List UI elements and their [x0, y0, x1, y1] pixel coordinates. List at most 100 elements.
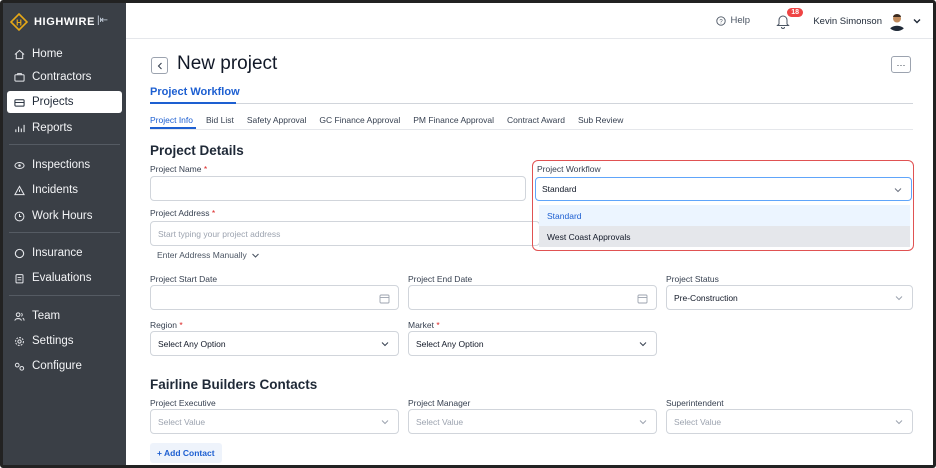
help-icon: ?	[716, 15, 727, 26]
main-content: New project ··· Project Workflow Project…	[126, 39, 933, 465]
sidebar-item-label: Incidents	[32, 184, 79, 196]
subtab-pm-finance-approval[interactable]: PM Finance Approval	[413, 115, 494, 125]
superintendent-select[interactable]: Select Value	[666, 409, 913, 434]
subtab-bar: Project Info Bid List Safety Approval GC…	[150, 115, 636, 125]
market-value: Select Any Option	[416, 338, 484, 349]
configure-icon	[13, 360, 25, 372]
brand: H HIGHWIRE	[10, 11, 95, 33]
start-date-input[interactable]	[150, 285, 399, 310]
ellipsis-icon: ···	[896, 59, 906, 70]
chevron-left-icon	[157, 62, 162, 69]
project-name-label: Project Name *	[150, 164, 208, 174]
sidebar-item-label: Settings	[32, 335, 74, 347]
workflow-option-standard[interactable]: Standard	[539, 205, 910, 226]
chevron-down-icon	[639, 420, 647, 425]
status-label: Project Status	[666, 274, 719, 284]
sidebar-item-contractors[interactable]: Contractors	[7, 66, 122, 88]
sidebar-divider	[9, 144, 120, 145]
sidebar-item-label: Reports	[32, 122, 73, 134]
sidebar-item-label: Insurance	[32, 247, 83, 259]
project-manager-label: Project Manager	[408, 398, 471, 408]
chevron-down-icon	[894, 188, 902, 193]
sidebar-item-settings[interactable]: Settings	[7, 330, 122, 352]
chevron-down-icon	[381, 420, 389, 425]
sidebar-item-inspections[interactable]: Inspections	[7, 154, 122, 176]
chevron-down-icon	[639, 342, 647, 347]
sidebar: H HIGHWIRE |⇤ Home Contractors Projects …	[3, 3, 126, 465]
superintendent-label: Superintendent	[666, 398, 724, 408]
more-options-button[interactable]: ···	[891, 56, 911, 73]
help-label: Help	[730, 15, 750, 26]
calendar-icon[interactable]	[637, 293, 648, 304]
projects-icon	[13, 96, 25, 108]
sidebar-item-team[interactable]: Team	[7, 305, 122, 327]
chevron-down-icon	[381, 342, 389, 347]
sidebar-item-insurance[interactable]: Insurance	[7, 242, 122, 264]
market-select[interactable]: Select Any Option	[408, 331, 657, 356]
sidebar-item-label: Projects	[32, 96, 74, 108]
sidebar-item-evaluations[interactable]: Evaluations	[7, 267, 122, 289]
enter-address-manually-link[interactable]: Enter Address Manually	[157, 250, 260, 260]
sidebar-item-reports[interactable]: Reports	[7, 117, 122, 139]
project-workflow-label: Project Workflow	[537, 164, 601, 174]
subtab-bid-list[interactable]: Bid List	[206, 115, 234, 125]
svg-text:H: H	[16, 18, 22, 27]
reports-icon	[13, 122, 25, 134]
subtab-divider	[150, 129, 913, 130]
project-address-input[interactable]: Start typing your project address	[150, 221, 540, 246]
end-date-label: Project End Date	[408, 274, 473, 284]
sidebar-item-configure[interactable]: Configure	[7, 355, 122, 377]
region-select[interactable]: Select Any Option	[150, 331, 399, 356]
subtab-contract-award[interactable]: Contract Award	[507, 115, 565, 125]
section-title-project-details: Project Details	[150, 143, 244, 158]
project-manager-select[interactable]: Select Value	[408, 409, 657, 434]
sidebar-item-home[interactable]: Home	[7, 43, 122, 65]
help-link[interactable]: ? Help	[716, 15, 750, 26]
project-workflow-value: Standard	[542, 184, 577, 194]
brand-name: HIGHWIRE	[34, 16, 96, 28]
warning-icon	[13, 184, 25, 196]
chevron-down-icon	[895, 420, 903, 425]
project-name-input[interactable]	[150, 176, 526, 201]
add-contact-button[interactable]: + Add Contact	[150, 443, 222, 463]
sidebar-item-label: Contractors	[32, 71, 92, 83]
tab-project-workflow[interactable]: Project Workflow	[150, 86, 240, 98]
user-name[interactable]: Kevin Simonson	[813, 16, 882, 27]
region-label: Region *	[150, 320, 183, 330]
calendar-icon[interactable]	[379, 293, 390, 304]
chevron-down-icon	[251, 253, 259, 258]
collapse-sidebar-icon[interactable]: |⇤	[97, 15, 108, 26]
project-status-select[interactable]: Pre-Construction	[666, 285, 913, 310]
subtab-project-info[interactable]: Project Info	[150, 115, 193, 125]
top-bar: ? Help 18 Kevin Simonson	[126, 3, 933, 39]
region-value: Select Any Option	[158, 338, 226, 349]
sidebar-item-label: Team	[32, 310, 61, 322]
project-manager-placeholder: Select Value	[416, 416, 464, 427]
sidebar-item-incidents[interactable]: Incidents	[7, 179, 122, 201]
sidebar-item-label: Home	[32, 48, 63, 60]
end-date-input[interactable]	[408, 285, 657, 310]
sidebar-item-projects[interactable]: Projects	[7, 91, 122, 113]
project-executive-select[interactable]: Select Value	[150, 409, 399, 434]
sidebar-divider	[9, 232, 120, 233]
inspections-icon	[13, 159, 25, 171]
workflow-option-west-coast-approvals[interactable]: West Coast Approvals	[539, 226, 910, 247]
back-button[interactable]	[151, 57, 168, 74]
section-title-contacts: Fairline Builders Contacts	[150, 377, 318, 392]
clock-icon	[13, 210, 25, 222]
project-executive-label: Project Executive	[150, 398, 216, 408]
sidebar-item-work-hours[interactable]: Work Hours	[7, 205, 122, 227]
clipboard-icon	[13, 272, 25, 284]
app-window: H HIGHWIRE |⇤ Home Contractors Projects …	[0, 0, 936, 468]
sidebar-item-label: Evaluations	[32, 272, 92, 284]
subtab-sub-review[interactable]: Sub Review	[578, 115, 623, 125]
project-workflow-select[interactable]: Standard	[535, 177, 912, 201]
sidebar-item-label: Inspections	[32, 159, 91, 171]
gear-icon	[13, 335, 25, 347]
chevron-down-icon[interactable]	[912, 16, 922, 26]
subtab-safety-approval[interactable]: Safety Approval	[247, 115, 307, 125]
start-date-label: Project Start Date	[150, 274, 218, 284]
subtab-gc-finance-approval[interactable]: GC Finance Approval	[319, 115, 400, 125]
avatar[interactable]	[887, 11, 907, 31]
enter-address-manually-label: Enter Address Manually	[157, 250, 247, 260]
